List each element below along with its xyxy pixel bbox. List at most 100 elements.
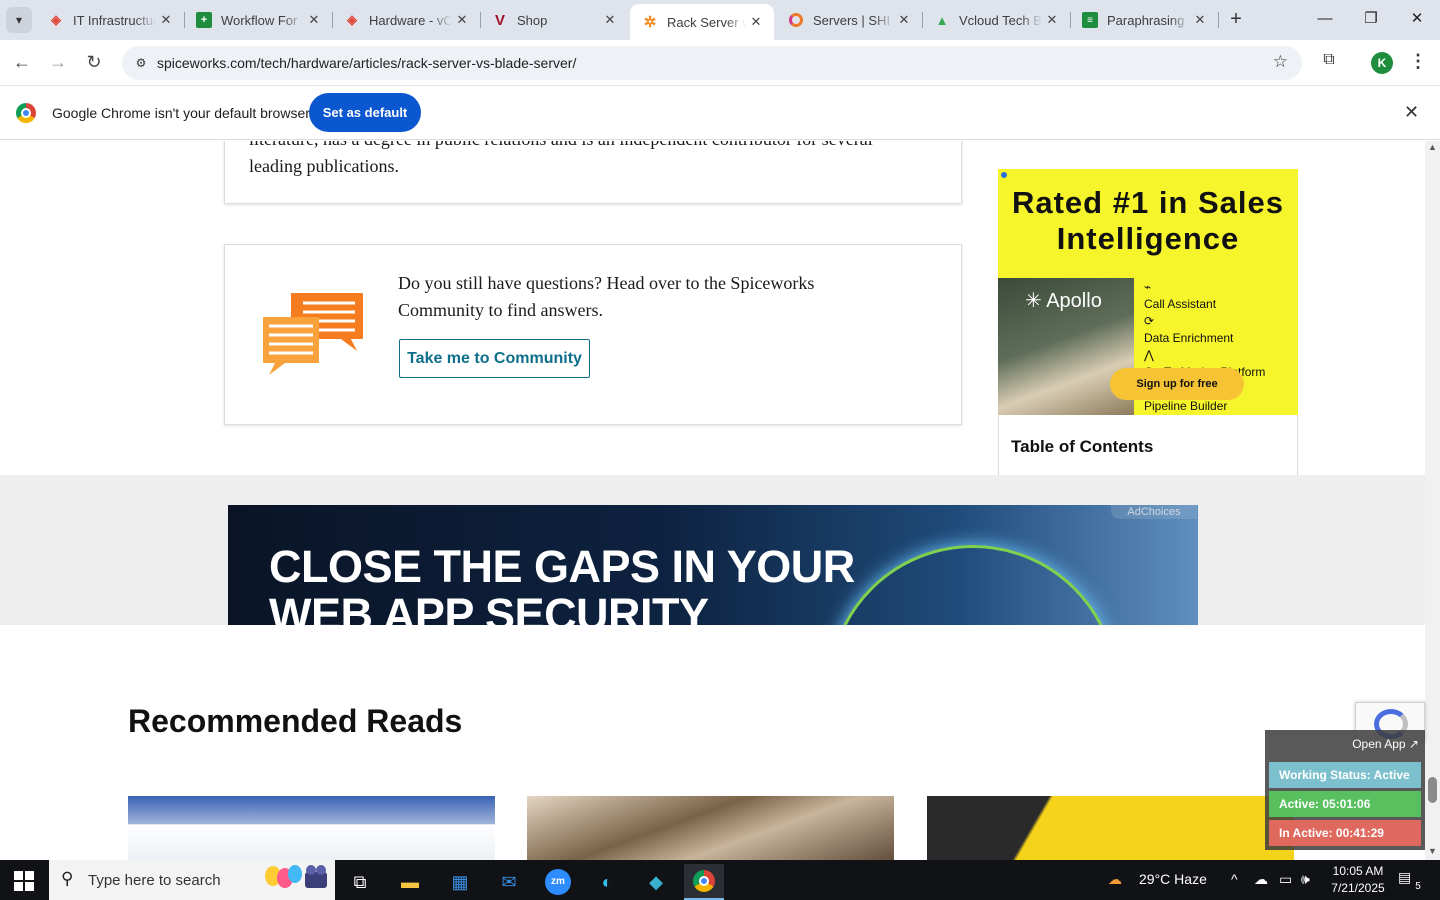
tab-title: Paraphrasing [1107, 12, 1185, 28]
forward-button[interactable]: → [46, 51, 70, 75]
chrome-logo-icon [16, 103, 36, 123]
apollo-logo: ✳ Apollo [1025, 290, 1102, 312]
close-icon[interactable]: ✕ [1404, 102, 1419, 123]
file-explorer-icon[interactable]: ▬ [390, 864, 430, 900]
task-view-icon[interactable]: ⧉ [340, 864, 380, 900]
page-viewport: literature, has a degree in public relat… [0, 141, 1425, 860]
tab-vcloud[interactable]: ▲ Vcloud Tech B ✕ [922, 5, 1070, 35]
close-icon[interactable]: ✕ [304, 12, 324, 28]
system-clock[interactable]: 10:05 AM 7/21/2025 [1326, 863, 1390, 897]
tab-title: Vcloud Tech B [959, 12, 1042, 28]
minimize-button[interactable]: — [1310, 8, 1340, 32]
recommended-thumbnail[interactable] [927, 796, 1294, 860]
weather-icon[interactable]: ☁ [1108, 871, 1122, 888]
set-default-button[interactable]: Set as default [309, 93, 421, 132]
address-bar[interactable]: ⚙ spiceworks.com/tech/hardware/articles/… [122, 46, 1302, 80]
red-diamond-icon: ◈ [51, 12, 61, 27]
close-icon[interactable]: ✕ [894, 12, 914, 28]
menu-icon[interactable]: ⋮ [1408, 51, 1428, 73]
author-bio-card: literature, has a degree in public relat… [224, 141, 962, 204]
close-window-button[interactable]: ✕ [1402, 8, 1432, 32]
profile-avatar[interactable]: K [1371, 52, 1393, 74]
network-icon[interactable]: ▭ [1279, 871, 1292, 888]
page-scrollbar[interactable] [1425, 141, 1440, 860]
author-bio-text: literature, has a degree in public relat… [249, 141, 873, 176]
weather-text[interactable]: 29°C Haze [1139, 871, 1207, 887]
close-icon[interactable]: ✕ [600, 12, 620, 28]
tab-strip: ▾ ◈ IT Infrastructure ✕ + Workflow For ✕… [0, 0, 1440, 40]
chrome-taskbar-icon[interactable] [684, 864, 724, 900]
recommended-thumbnail[interactable] [128, 796, 495, 860]
reload-button[interactable]: ↻ [82, 51, 106, 75]
apollo-signup-button[interactable]: Sign up for free [1110, 368, 1244, 400]
banner-ad-band: CLOSE THE GAPS IN YOUR WEB APP SECURITY … [0, 475, 1425, 625]
v-logo-icon: V [494, 11, 505, 29]
shi-ring-icon [788, 12, 804, 28]
tab-paraphrasing[interactable]: ≡ Paraphrasing ✕ [1070, 5, 1218, 35]
community-question: Do you still have questions? Head over t… [398, 273, 815, 320]
apollo-ad[interactable]: Rated #1 in Sales Intelligence ✳ Apollo … [998, 169, 1298, 415]
new-tab-button[interactable]: + [1224, 8, 1248, 32]
red-diamond-icon: ◈ [347, 12, 357, 27]
cloud-sync-icon[interactable]: ☁ [1254, 871, 1268, 888]
windows-start-icon[interactable] [14, 871, 34, 891]
working-status: Working Status: Active [1269, 762, 1421, 788]
show-hidden-icons-icon[interactable]: ^ [1231, 871, 1238, 887]
taskbar-search-box[interactable]: ⚲ Type here to search [49, 860, 335, 900]
extensions-icon[interactable]: ⧉ [1318, 51, 1340, 73]
scrollbar-thumb[interactable] [1428, 777, 1437, 803]
tab-title: Rack Server vs [667, 14, 746, 30]
scroll-up-arrow-icon[interactable]: ▲ [1428, 142, 1437, 152]
tab-title: Shop [517, 12, 548, 28]
bookmark-star-icon[interactable]: ☆ [1273, 52, 1288, 72]
close-icon[interactable]: ✕ [156, 12, 176, 28]
time-tracker-widget: Open App ↗ Working Status: Active Active… [1265, 730, 1425, 850]
url-text[interactable]: spiceworks.com/tech/hardware/articles/ra… [157, 55, 576, 71]
recommended-reads-heading: Recommended Reads [128, 703, 463, 739]
open-app-link[interactable]: Open App ↗ [1352, 737, 1419, 751]
volume-icon[interactable]: 🕪 [1301, 871, 1310, 888]
scroll-down-arrow-icon[interactable]: ▼ [1428, 846, 1437, 856]
tab-title: Servers | SHI [813, 12, 891, 28]
tab-search-button[interactable]: ▾ [6, 7, 32, 33]
tab-it-infrastructure[interactable]: ◈ IT Infrastructure ✕ [36, 5, 184, 35]
browser-toolbar: ← → ↻ ⚙ spiceworks.com/tech/hardware/art… [0, 40, 1440, 86]
balloons-icon [265, 865, 327, 888]
take-me-to-community-button[interactable]: Take me to Community [399, 339, 590, 378]
close-icon[interactable]: ✕ [1190, 12, 1210, 28]
tab-title: Hardware - vC [369, 12, 452, 28]
taskbar-search-placeholder: Type here to search [88, 872, 221, 889]
microsoft-store-icon[interactable]: ▦ [440, 864, 480, 900]
inactive-time: In Active: 00:41:29 [1269, 820, 1421, 846]
tab-hardware[interactable]: ◈ Hardware - vC ✕ [332, 5, 480, 35]
mail-icon[interactable]: ✉ [489, 864, 529, 900]
green-doc-icon: ≡ [1082, 12, 1098, 28]
back-button[interactable]: ← [10, 51, 34, 75]
apollo-feature: ⌁ Call Assistant [1144, 280, 1217, 311]
edge-icon[interactable]: ◐ [587, 864, 627, 900]
app-diamond-icon[interactable]: ◆ [636, 864, 676, 900]
web-security-banner-ad[interactable]: CLOSE THE GAPS IN YOUR WEB APP SECURITY … [228, 505, 1198, 625]
tab-servers-shi[interactable]: Servers | SHI ✕ [776, 5, 922, 35]
restore-button[interactable]: ❐ [1356, 8, 1386, 32]
tab-rack-server[interactable]: ✲ Rack Server vs ✕ [630, 4, 774, 40]
tab-workflow[interactable]: + Workflow For ✕ [184, 5, 332, 35]
site-settings-icon[interactable]: ⚙ [130, 52, 152, 74]
close-icon[interactable]: ✕ [1042, 12, 1062, 28]
windows-taskbar: ⚲ Type here to search ⧉ ▬ ▦ ✉ zm ◐ ◆ ☁ 2… [0, 860, 1440, 900]
banner-ad-headline: CLOSE THE GAPS IN YOUR WEB APP SECURITY [269, 541, 855, 626]
apollo-ad-headline: Rated #1 in Sales Intelligence [1011, 185, 1284, 256]
tab-separator [1218, 12, 1219, 28]
tab-title: Workflow For [221, 12, 298, 28]
close-icon[interactable]: ✕ [452, 12, 472, 28]
adchoices-label[interactable]: AdChoices [1111, 505, 1197, 519]
close-icon[interactable]: ✕ [746, 14, 766, 30]
ad-marker-icon [1001, 172, 1007, 178]
tab-shop[interactable]: V Shop ✕ [480, 5, 628, 35]
apollo-feature: ⟳ Data Enrichment [1144, 314, 1234, 345]
recommended-thumbnail[interactable] [527, 796, 894, 860]
search-icon: ⚲ [61, 869, 74, 888]
default-browser-infobar: Google Chrome isn't your default browser… [0, 86, 1440, 140]
zoom-icon[interactable]: zm [538, 864, 578, 900]
community-card: Do you still have questions? Head over t… [224, 244, 962, 425]
